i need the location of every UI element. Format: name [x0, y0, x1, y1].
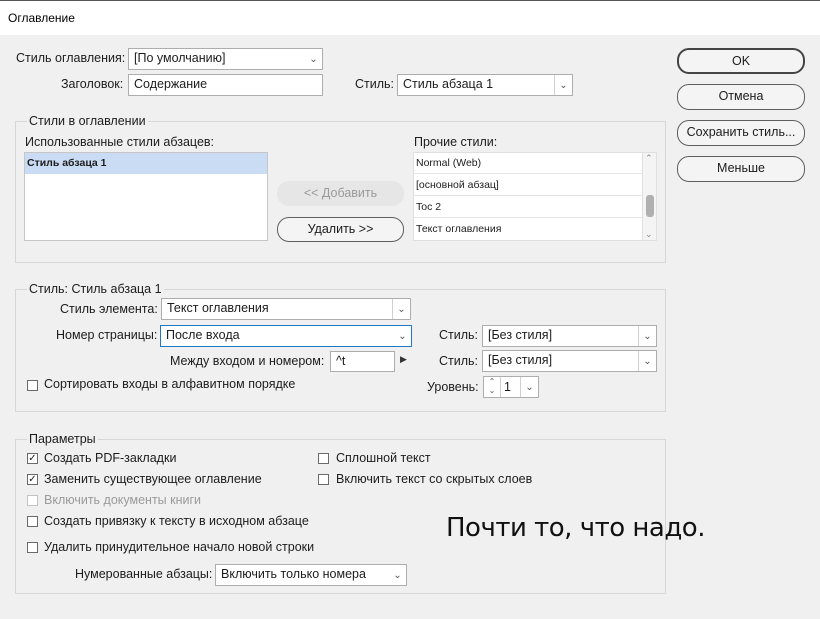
between-style-value: [Без стиля]: [488, 353, 553, 367]
level-value: 1: [504, 380, 511, 394]
heading-style-select[interactable]: Стиль абзаца 1 ⌄: [397, 74, 573, 96]
numbered-paragraphs-select[interactable]: Включить только номера ⌄: [215, 564, 407, 586]
between-input[interactable]: ^t: [330, 351, 395, 372]
run-in-label: Сплошной текст: [336, 451, 431, 465]
remove-forced-break-checkbox[interactable]: [27, 542, 38, 553]
options-title: Параметры: [27, 432, 98, 446]
heading-value: Содержание: [134, 77, 208, 91]
page-style-label: Стиль:: [439, 328, 479, 342]
add-button[interactable]: << Добавить: [277, 181, 404, 206]
page-number-select[interactable]: После входа ⌄: [160, 325, 412, 347]
level-stepper[interactable]: ⌃ ⌄ 1 ⌄: [483, 376, 539, 398]
cancel-button[interactable]: Отмена: [677, 84, 805, 110]
create-pdf-bookmarks-checkbox[interactable]: ✓: [27, 453, 38, 464]
page-style-value: [Без стиля]: [488, 328, 553, 342]
page-number-label: Номер страницы:: [56, 328, 158, 342]
include-hidden-layers-checkbox[interactable]: [318, 474, 329, 485]
style-section-title: Стиль: Стиль абзаца 1: [27, 282, 164, 296]
include-hidden-layers-label: Включить текст со скрытых слоев: [336, 472, 533, 486]
entry-style-value: Текст оглавления: [167, 301, 269, 315]
list-item[interactable]: Стиль абзаца 1: [25, 153, 267, 174]
ok-button[interactable]: OK: [677, 48, 805, 74]
numbered-paragraphs-label: Нумерованные абзацы:: [75, 567, 213, 581]
fewer-button[interactable]: Меньше: [677, 156, 805, 182]
between-label: Между входом и номером:: [170, 354, 325, 368]
scrollbar[interactable]: ⌃ ⌄: [642, 153, 656, 240]
other-styles-label: Прочие стили:: [414, 135, 498, 149]
chevron-down-icon: ⌄: [638, 326, 656, 346]
chevron-down-icon: ⌄: [638, 351, 656, 371]
toc-style-value: [По умолчанию]: [134, 51, 226, 65]
styles-in-toc-title: Стили в оглавлении: [27, 114, 148, 128]
sort-label: Сортировать входы в алфавитном порядке: [44, 377, 296, 391]
heading-style-label: Стиль:: [355, 77, 395, 91]
create-anchor-label: Создать привязку к тексту в исходном абз…: [44, 514, 309, 528]
chevron-down-icon: ⌄: [309, 53, 318, 65]
chevron-down-icon: ⌄: [393, 569, 402, 581]
between-value: ^t: [336, 354, 346, 368]
list-item[interactable]: [основной абзац]: [414, 175, 642, 196]
chevron-down-icon: ⌄: [554, 75, 572, 95]
entry-style-select[interactable]: Текст оглавления ⌄: [161, 298, 411, 320]
create-anchor-checkbox[interactable]: [27, 516, 38, 527]
toc-style-label: Стиль оглавления:: [16, 51, 126, 65]
sort-checkbox[interactable]: [27, 380, 38, 391]
scroll-down-icon[interactable]: ⌄: [645, 229, 653, 240]
remove-button[interactable]: Удалить >>: [277, 217, 404, 242]
include-book-docs-label: Включить документы книги: [44, 493, 202, 507]
chevron-down-icon: ⌄: [520, 377, 538, 397]
page-style-select[interactable]: [Без стиля] ⌄: [482, 325, 657, 347]
remove-forced-break-label: Удалить принудительное начало новой стро…: [44, 540, 315, 554]
save-style-button[interactable]: Сохранить стиль...: [677, 120, 805, 146]
entry-style-label: Стиль элемента:: [60, 302, 158, 316]
create-pdf-bookmarks-label: Создать PDF-закладки: [44, 451, 177, 465]
list-item[interactable]: Текст оглавления: [414, 219, 642, 240]
heading-label: Заголовок:: [61, 77, 124, 91]
page-number-value: После входа: [166, 328, 240, 342]
title-bar: Оглавление: [0, 0, 820, 35]
window-title: Оглавление: [8, 11, 75, 25]
level-label: Уровень:: [427, 380, 479, 394]
used-styles-list[interactable]: Стиль абзаца 1: [24, 152, 268, 241]
toc-style-select[interactable]: [По умолчанию] ⌄: [128, 48, 323, 70]
scrollbar-thumb[interactable]: [646, 195, 654, 217]
other-styles-list[interactable]: Normal (Web) [основной абзац] Toc 2 Текс…: [413, 152, 657, 241]
chevron-down-icon: ⌄: [392, 299, 410, 319]
between-style-label: Стиль:: [439, 354, 479, 368]
used-styles-label: Использованные стили абзацев:: [25, 135, 215, 149]
play-arrow-icon[interactable]: ▶: [400, 354, 407, 365]
annotation-text: Почти то, что надо.: [446, 513, 705, 543]
list-item[interactable]: Normal (Web): [414, 153, 642, 174]
replace-existing-checkbox[interactable]: ✓: [27, 474, 38, 485]
replace-existing-label: Заменить существующее оглавление: [44, 472, 262, 486]
stepper-arrows-icon[interactable]: ⌃ ⌄: [484, 377, 501, 397]
chevron-down-icon: ⌄: [398, 330, 407, 342]
heading-input[interactable]: Содержание: [128, 74, 323, 96]
list-item[interactable]: Toc 2: [414, 197, 642, 218]
heading-style-value: Стиль абзаца 1: [403, 77, 494, 91]
run-in-checkbox[interactable]: [318, 453, 329, 464]
include-book-docs-checkbox[interactable]: [27, 495, 38, 506]
numbered-paragraphs-value: Включить только номера: [221, 567, 366, 581]
scroll-up-icon[interactable]: ⌃: [645, 153, 653, 164]
between-style-select[interactable]: [Без стиля] ⌄: [482, 350, 657, 372]
